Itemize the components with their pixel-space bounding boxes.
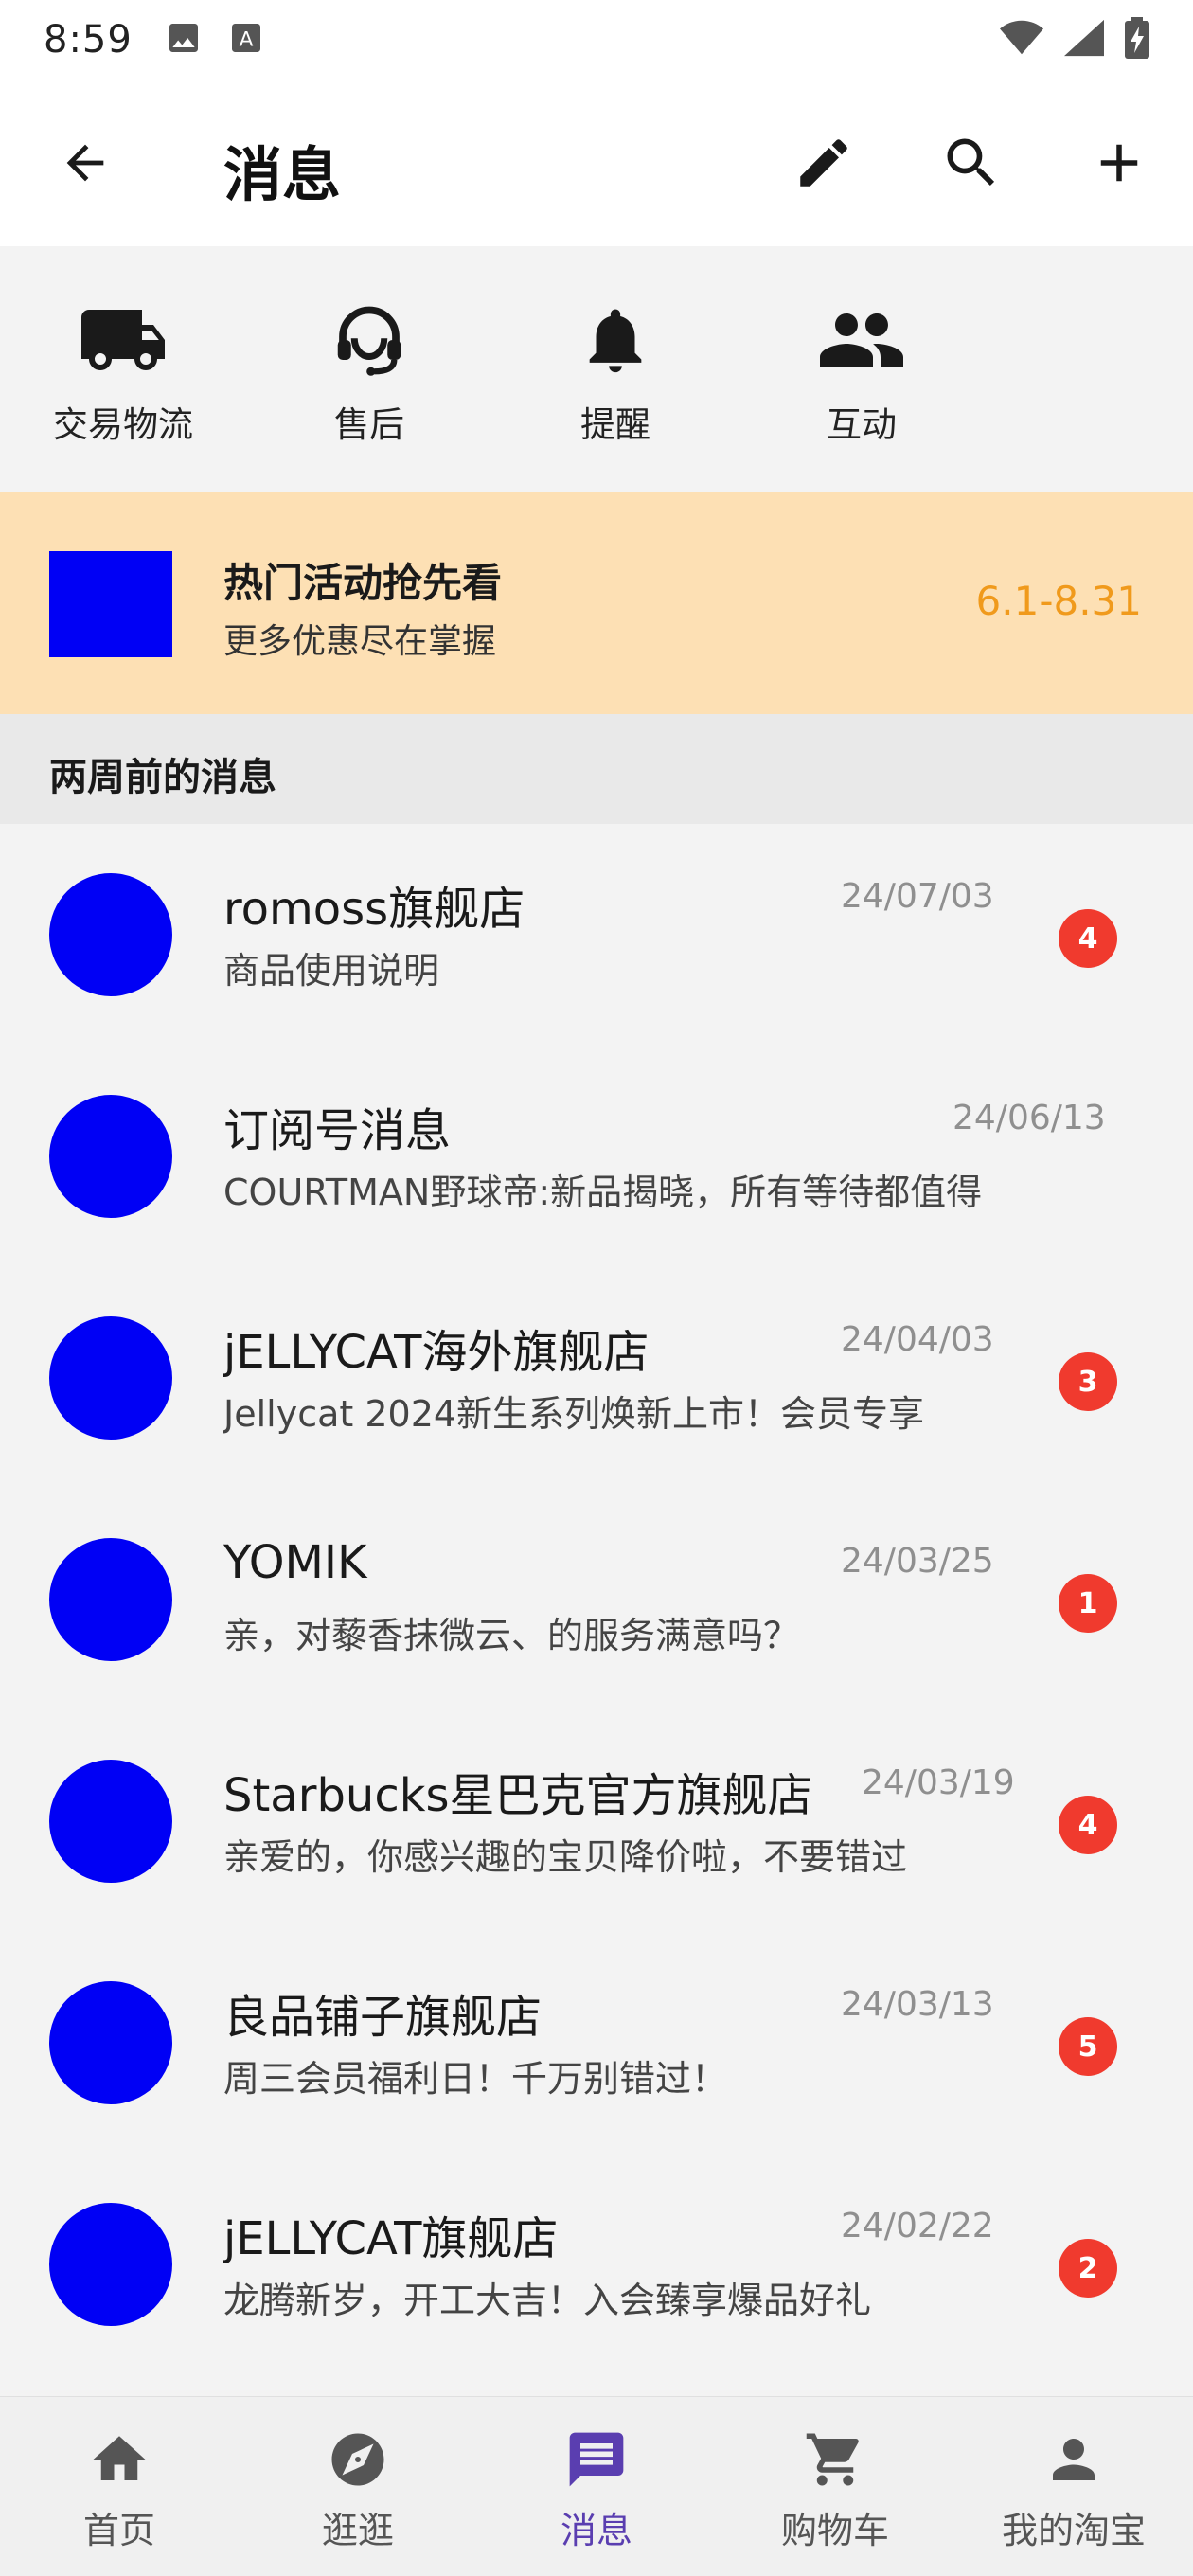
status-bar: 8:59 A	[0, 0, 1193, 80]
unread-badge: 2	[1059, 2239, 1117, 2298]
avatar	[49, 1760, 172, 1883]
message-item[interactable]: jELLYCAT旗舰店 龙腾新岁，开工大吉！入会臻享爆品好礼 24/02/22 …	[0, 2154, 1193, 2375]
app-bar: 消息	[0, 80, 1193, 246]
promo-image	[49, 551, 172, 657]
nav-label: 逛逛	[321, 2510, 394, 2551]
message-preview: COURTMAN野球帝:新品揭晓，所有等待都值得	[223, 1172, 983, 1213]
pencil-icon	[800, 139, 847, 187]
avatar	[49, 1095, 172, 1218]
message-item[interactable]: Starbucks星巴克官方旗舰店 亲爱的，你感兴趣的宝贝降价啦，不要错过 24…	[0, 1710, 1193, 1932]
message-sender: 良品铺子旗舰店	[223, 1991, 543, 2044]
avatar	[49, 873, 172, 996]
promo-date-range: 6.1-8.31	[975, 578, 1142, 624]
person-icon	[1040, 2425, 1108, 2494]
category-row: 交易物流 售后 提醒 互动	[0, 246, 1193, 492]
nav-label: 首页	[82, 2510, 155, 2551]
message-preview: 亲，对藜香抹微云、的服务满意吗？	[223, 1615, 800, 1656]
image-notification-icon	[165, 19, 203, 61]
wifi-icon	[1000, 19, 1043, 61]
truck-icon	[71, 297, 175, 383]
unread-badge: 3	[1059, 1352, 1117, 1411]
cart-icon	[801, 2425, 869, 2494]
category-interactions[interactable]: 互动	[739, 297, 985, 458]
signal-icon	[1064, 19, 1104, 61]
battery-charging-icon	[1125, 17, 1149, 63]
nav-label: 消息	[560, 2510, 632, 2551]
message-preview: Jellycat 2024新生系列焕新上市！会员专享	[223, 1393, 925, 1435]
message-sender: jELLYCAT海外旗舰店	[223, 1326, 650, 1379]
section-title: 两周前的消息	[49, 756, 276, 799]
message-sender: 订阅号消息	[223, 1104, 452, 1157]
category-label: 提醒	[580, 404, 650, 445]
message-preview: 龙腾新岁，开工大吉！入会臻享爆品好礼	[223, 2280, 872, 2321]
nav-cart[interactable]: 购物车	[716, 2397, 954, 2576]
promo-title: 热门活动抢先看	[223, 560, 503, 606]
edit-button[interactable]	[790, 129, 858, 197]
message-preview: 周三会员福利日！千万别错过！	[223, 2058, 728, 2100]
promo-subtitle: 更多优惠尽在掌握	[223, 622, 497, 661]
search-icon	[947, 138, 995, 187]
message-item[interactable]: 良品铺子旗舰店 周三会员福利日！千万别错过！ 24/03/13 5	[0, 1932, 1193, 2154]
svg-text:A: A	[239, 27, 253, 51]
compass-icon	[324, 2425, 392, 2494]
message-time: 24/07/03	[841, 877, 994, 916]
message-list: romoss旗舰店 商品使用说明 24/07/03 4 订阅号消息 COURTM…	[0, 824, 1193, 2396]
nav-home[interactable]: 首页	[0, 2397, 239, 2576]
message-time: 24/04/03	[841, 1320, 994, 1359]
unread-badge: 4	[1059, 909, 1117, 968]
font-notification-icon: A	[227, 19, 265, 61]
message-item[interactable]: 订阅号消息 COURTMAN野球帝:新品揭晓，所有等待都值得 24/06/13	[0, 1046, 1193, 1267]
status-time: 8:59	[44, 18, 133, 62]
search-button[interactable]	[937, 129, 1006, 197]
category-label: 互动	[827, 404, 897, 445]
bell-icon	[563, 297, 668, 383]
message-time: 24/03/13	[841, 1985, 994, 2024]
message-sender: jELLYCAT旗舰店	[223, 2212, 559, 2265]
back-button[interactable]	[55, 133, 116, 193]
message-icon	[562, 2425, 631, 2494]
message-sender: romoss旗舰店	[223, 883, 525, 936]
category-trade-logistics[interactable]: 交易物流	[0, 297, 246, 458]
page-title: 消息	[223, 140, 342, 209]
people-icon	[810, 297, 914, 383]
plus-icon	[1100, 144, 1138, 182]
category-after-sales[interactable]: 售后	[246, 297, 492, 458]
message-preview: 商品使用说明	[223, 950, 440, 992]
nav-my-taobao[interactable]: 我的淘宝	[954, 2397, 1193, 2576]
avatar	[49, 2203, 172, 2326]
unread-badge: 1	[1059, 1574, 1117, 1633]
bottom-nav: 首页 逛逛 消息 购物车 我的淘宝	[0, 2396, 1193, 2576]
nav-explore[interactable]: 逛逛	[239, 2397, 477, 2576]
promo-banner[interactable]: 热门活动抢先看 更多优惠尽在掌握 6.1-8.31	[0, 492, 1193, 714]
message-preview: 亲爱的，你感兴趣的宝贝降价啦，不要错过	[223, 1836, 908, 1878]
arrow-left-icon	[66, 144, 104, 182]
unread-badge: 4	[1059, 1796, 1117, 1854]
nav-label: 我的淘宝	[1001, 2510, 1146, 2551]
unread-badge: 5	[1059, 2017, 1117, 2076]
message-item[interactable]: romoss旗舰店 商品使用说明 24/07/03 4	[0, 824, 1193, 1046]
message-item[interactable]: jELLYCAT海外旗舰店 Jellycat 2024新生系列焕新上市！会员专享…	[0, 1267, 1193, 1489]
section-header: 两周前的消息	[0, 714, 1193, 824]
category-label: 售后	[334, 404, 404, 445]
category-reminders[interactable]: 提醒	[492, 297, 739, 458]
add-button[interactable]	[1085, 129, 1153, 197]
message-item[interactable]: YOMIK 亲，对藜香抹微云、的服务满意吗？ 24/03/25 1	[0, 1489, 1193, 1710]
headset-agent-icon	[317, 297, 421, 383]
message-time: 24/03/19	[862, 1763, 1015, 1802]
category-label: 交易物流	[53, 404, 193, 445]
message-time: 24/03/25	[841, 1542, 994, 1581]
home-icon	[85, 2425, 153, 2494]
avatar	[49, 1538, 172, 1661]
message-sender: YOMIK	[223, 1536, 367, 1589]
message-time: 24/02/22	[841, 2207, 994, 2245]
avatar	[49, 1981, 172, 2104]
nav-messages[interactable]: 消息	[477, 2397, 716, 2576]
nav-label: 购物车	[780, 2510, 889, 2551]
message-sender: Starbucks星巴克官方旗舰店	[223, 1769, 813, 1822]
avatar	[49, 1316, 172, 1440]
message-time: 24/06/13	[953, 1099, 1106, 1137]
